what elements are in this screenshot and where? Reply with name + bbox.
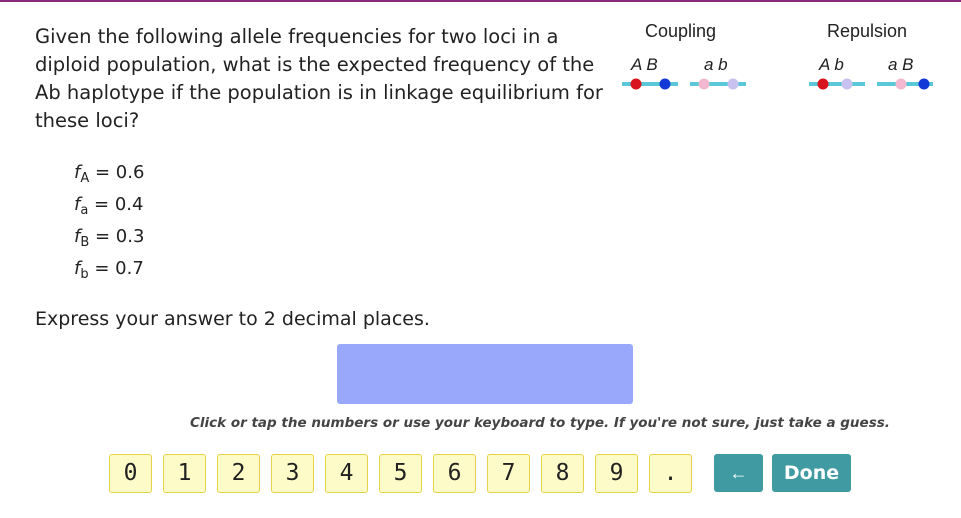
repulsion-title: Repulsion	[827, 21, 908, 41]
instruction-text: Express your answer to 2 decimal places.	[35, 308, 430, 330]
repulsion-chromosomes	[809, 78, 933, 90]
keyboard-hint: Click or tap the numbers or use your key…	[190, 415, 890, 431]
repulsion-left-label: A b	[819, 55, 844, 74]
frequency-item: fa = 0.4	[74, 194, 144, 218]
allele-a-dot	[895, 78, 907, 90]
frequency-list: fA = 0.6 fa = 0.4 fB = 0.3 fb = 0.7	[74, 157, 144, 285]
done-button[interactable]: Done	[772, 454, 851, 492]
key-3[interactable]: 3	[271, 454, 314, 493]
repulsion-right-label: a B	[888, 55, 914, 74]
key-2[interactable]: 2	[217, 454, 260, 493]
key-9[interactable]: 9	[595, 454, 638, 493]
coupling-chromosomes	[622, 78, 746, 90]
key-decimal-point[interactable]: .	[649, 454, 692, 493]
allele-A-dot	[630, 78, 642, 90]
allele-a-dot	[698, 78, 710, 90]
allele-b-dot	[727, 78, 739, 90]
coupling-title: Coupling	[645, 21, 717, 41]
frequency-item: fA = 0.6	[74, 162, 145, 186]
coupling-left-label: A B	[631, 55, 658, 74]
allele-A-dot	[817, 78, 829, 90]
key-4[interactable]: 4	[325, 454, 368, 493]
frequency-item: fB = 0.3	[74, 226, 145, 250]
allele-B-dot	[659, 78, 671, 90]
key-6[interactable]: 6	[433, 454, 476, 493]
question-text: Given the following allele frequencies f…	[35, 25, 603, 132]
key-0[interactable]: 0	[109, 454, 152, 493]
allele-B-dot	[918, 78, 930, 90]
allele-b-dot	[841, 78, 853, 90]
frequency-item: fb = 0.7	[74, 258, 144, 282]
top-accent-line	[0, 0, 961, 2]
key-1[interactable]: 1	[163, 454, 206, 493]
key-5[interactable]: 5	[379, 454, 422, 493]
key-8[interactable]: 8	[541, 454, 584, 493]
coupling-right-label: a b	[704, 55, 728, 74]
answer-input[interactable]	[337, 344, 633, 404]
key-7[interactable]: 7	[487, 454, 530, 493]
backspace-button[interactable]: ←	[714, 454, 763, 492]
